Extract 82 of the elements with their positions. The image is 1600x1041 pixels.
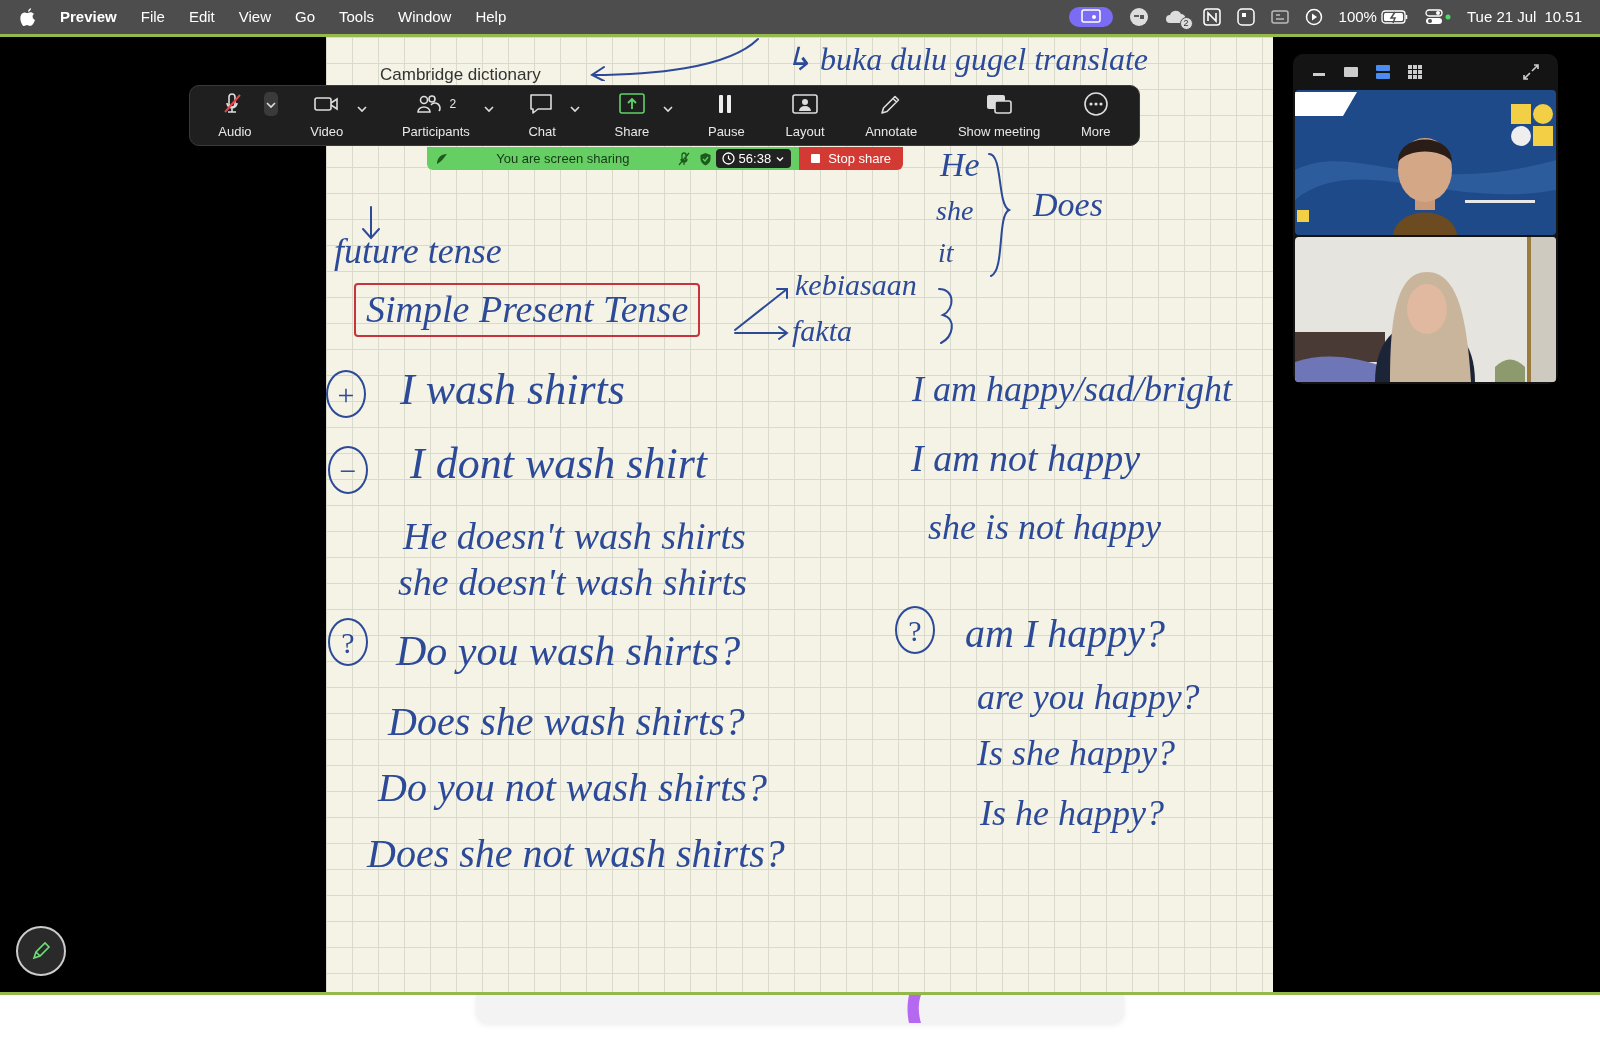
screen-share-status-icon[interactable] <box>1068 7 1113 27</box>
control-center-icon[interactable] <box>1424 9 1451 25</box>
stop-icon <box>811 154 821 163</box>
single-view-icon[interactable] <box>1343 64 1359 80</box>
circled-symbol: − <box>328 446 368 494</box>
muted-microphone-icon <box>676 151 691 166</box>
handwritten-note: she <box>936 196 974 227</box>
handwritten-note: Do you wash shirts? <box>396 628 741 675</box>
handwritten-note: Do you not wash shirts? <box>378 766 767 810</box>
handwritten-note: she doesn't wash shirts <box>398 562 748 604</box>
handwritten-note: fakta <box>792 314 852 347</box>
menu-item[interactable]: View <box>238 5 271 29</box>
play-icon[interactable] <box>1304 8 1323 26</box>
handwritten-note: Cambridge dictionary <box>380 66 541 85</box>
notes-app-icon[interactable] <box>1202 8 1221 26</box>
battery-icon[interactable] <box>1380 10 1409 24</box>
handwritten-note: Simple Present Tense <box>354 283 701 337</box>
notification-badge: 2 <box>1179 17 1193 30</box>
handwritten-note: He <box>940 146 980 184</box>
menu-item[interactable]: Edit <box>188 5 215 29</box>
handwritten-note: she is not happy <box>928 508 1161 548</box>
app-icon <box>907 995 923 1023</box>
caret-icon[interactable] <box>263 91 278 116</box>
toolbar-button[interactable]: Show meeting <box>949 85 1049 146</box>
expand-icon[interactable] <box>1522 63 1540 81</box>
handwritten-note: I wash shirts <box>400 366 625 415</box>
participant-count: 2 <box>449 95 457 113</box>
circled-symbol: ? <box>328 618 368 666</box>
toolbar-button[interactable]: 2 Participants <box>393 85 478 146</box>
toolbar-button[interactable]: Video <box>302 85 352 146</box>
menu-item[interactable]: Window <box>398 5 452 29</box>
handwritten-note: future tense <box>334 232 502 272</box>
annotate-button[interactable] <box>16 926 66 976</box>
stop-share-button[interactable]: Stop share <box>799 147 903 170</box>
handwritten-note: ↳ buka dulu gugel translate <box>785 42 1148 78</box>
handwritten-note: kebiasaan <box>795 268 917 301</box>
menu-item[interactable]: Tools <box>339 5 375 29</box>
pencil-icon <box>30 940 52 962</box>
timer-button[interactable]: 56:38 <box>715 148 792 169</box>
sharing-message: You are screen sharing <box>495 149 631 168</box>
stacked-view-icon[interactable] <box>1375 64 1391 80</box>
arrow-drawing <box>733 285 791 343</box>
portrait-frame-icon <box>792 91 818 116</box>
more-icon <box>1082 91 1109 116</box>
leaf-icon <box>435 151 449 166</box>
app-menu[interactable]: Preview <box>60 5 117 29</box>
circled-symbol: ? <box>895 606 935 654</box>
circled-symbol: + <box>326 370 366 418</box>
handwritten-note: Does <box>1033 186 1103 224</box>
handwritten-note: am I happy? <box>965 612 1165 656</box>
toolbar-button[interactable]: Annotate <box>857 85 926 146</box>
handwritten-note: Does she not wash shirts? <box>367 832 785 876</box>
toolbar-button[interactable]: Pause <box>699 85 753 146</box>
menu-item[interactable]: File <box>140 5 165 29</box>
handwritten-note: Is he happy? <box>980 794 1164 834</box>
toolbar-button[interactable]: Layout <box>777 85 833 146</box>
toolbar-button[interactable]: Chat <box>520 85 564 146</box>
shield-icon <box>698 151 712 166</box>
upload-screen-icon <box>618 91 645 116</box>
menu-item[interactable]: Go <box>295 5 315 29</box>
cloud-icon[interactable] <box>1164 8 1187 26</box>
handwritten-note: I am not happy <box>911 438 1141 480</box>
app-status-icon[interactable] <box>1236 8 1255 26</box>
menu-item[interactable]: Help <box>475 5 507 29</box>
handwritten-note: Is she happy? <box>977 734 1175 774</box>
menu-bar-date: Tue 21 Jul <box>1466 6 1537 27</box>
grid-view-icon[interactable] <box>1407 64 1423 80</box>
handwritten-note: Does she wash shirts? <box>388 700 745 744</box>
display-icon[interactable] <box>1270 9 1289 25</box>
toolbar-button[interactable]: Share <box>606 85 658 146</box>
apple-icon <box>20 7 36 27</box>
clock-icon <box>721 152 735 165</box>
handwritten-note: it <box>938 238 954 269</box>
handwritten-note: I dont wash shirt <box>410 440 708 489</box>
toolbar-button[interactable]: Audio <box>210 85 260 146</box>
handwritten-note: He doesn't wash shirts <box>403 516 746 558</box>
menu-bar-clock: 10.51 <box>1544 6 1582 27</box>
meeting-app-icon[interactable] <box>1128 7 1149 27</box>
toolbar-button[interactable]: More <box>1072 85 1119 146</box>
battery-percent: 100% <box>1338 6 1377 27</box>
handwritten-note: are you happy? <box>977 678 1200 718</box>
handwritten-note: I am happy/sad/bright <box>912 370 1232 410</box>
